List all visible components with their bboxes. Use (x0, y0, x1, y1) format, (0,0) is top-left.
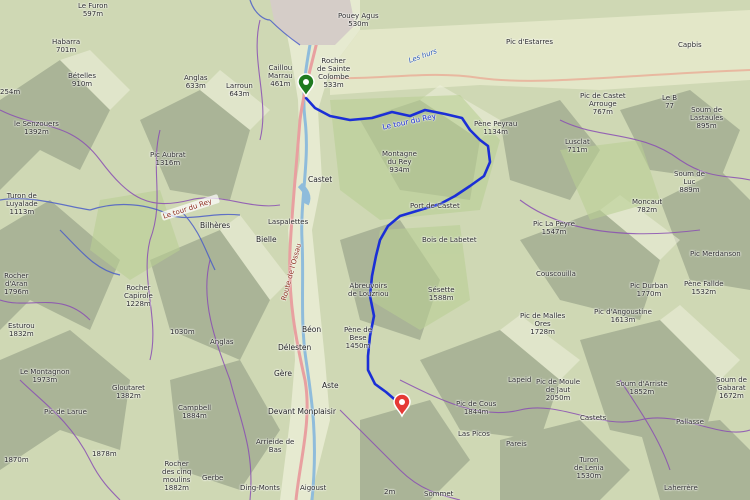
label-capbis: Capbis (678, 41, 702, 49)
label-anglas: Anglas 633m (184, 74, 208, 90)
label-rocher-ste-colombe: Rocher de Sainte Colombe 533m (317, 57, 351, 89)
label-soum-arriste: Soum d'Arriste 1852m (616, 380, 668, 396)
label-sommet: Sommet (424, 490, 454, 498)
label-pic-moule: Pic de Moule de Jaut 2050m (536, 378, 581, 402)
label-pic-larue: Pic de Larue (44, 408, 87, 416)
label-alt-1030: 1030m (170, 328, 195, 336)
label-beon: Béon (302, 325, 322, 334)
label-turon-lenia: Turon de Lenia 1530m (574, 456, 604, 480)
label-anglas-south: Anglas (210, 338, 234, 346)
map-base (0, 0, 750, 500)
label-pallasse: Pallasse (676, 418, 704, 426)
label-bilheres: Bilhères (200, 221, 231, 230)
label-rocher-capirole: Rocher Capirole 1228m (124, 284, 153, 308)
label-pene-bese: Pène de Bese 1450m (344, 326, 372, 350)
label-alt-1870: 1870m (4, 456, 29, 464)
label-pic-estarres: Pic d'Estarres (506, 38, 553, 46)
label-pouey-aguas: Pouey Agus 530m (338, 12, 379, 28)
label-pic-aubrat: Pic Aubrat 1316m (150, 151, 186, 167)
label-betelles: Bételles 910m (68, 72, 97, 88)
label-luzclat: Lusclat 711m (565, 138, 590, 154)
label-castets: Castets (580, 414, 607, 422)
label-castet: Castet (308, 175, 333, 184)
label-soum-luc: Soum de Luc 889m (674, 170, 705, 194)
label-habarra: Habarra 701m (52, 38, 81, 54)
map-canvas[interactable]: Le Furon 597m Habarra 701m Bételles 910m 25… (0, 0, 750, 500)
label-bielle: Bielle (256, 235, 277, 244)
label-bois-labetet: Bois de Labetet (422, 236, 477, 244)
label-ding-monts: Ding-Monts (240, 484, 280, 492)
label-le-b: Le B 77 (662, 94, 678, 110)
label-pic-malles: Pic de Malles Ores 1728m (520, 312, 566, 336)
label-couscouilla: Couscouilla (536, 270, 576, 278)
label-esturou: Esturou 1832m (8, 322, 35, 338)
label-pene-peyrau: Pène Peyrau 1134m (474, 120, 518, 136)
label-montagne-rey: Montagne du Rey 934m (382, 150, 417, 174)
label-moncaut: Moncaut 782m (632, 198, 663, 214)
label-aste: Aste (322, 381, 339, 390)
label-las-picos: Las Picos (458, 430, 490, 438)
label-pic-cous: Pic de Cous 1844m (456, 400, 497, 416)
label-pareis: Pareis (506, 440, 527, 448)
label-gloutaret: Gloutaret 1382m (112, 384, 145, 400)
label-aigoust: Aigoust (300, 484, 327, 492)
label-pic-castet: Pic de Castet Arrouge 767m (580, 92, 626, 116)
label-le-montagnon: Le Montagnon 1973m (20, 368, 70, 384)
label-rocher-aran: Rocher d'Aran 1796m (4, 272, 29, 296)
label-alt-1878: 1878m (92, 450, 117, 458)
label-armeide: Arrieide de Bas (256, 438, 295, 454)
label-soum-gabarat: Soum de Gabarat 1672m (716, 376, 747, 400)
label-abrevadors: Abreuvoirs de Louzriou (348, 282, 389, 298)
label-pene-fallde: Pène Fallde 1532m (684, 280, 724, 296)
label-alt-254: 254m (0, 88, 21, 96)
label-pic-durban: Pic Durban 1770m (630, 282, 668, 298)
label-soum-lastaules: Soum de Lastaules 895m (690, 106, 724, 130)
label-devant-monplaisir: Devant Monplaisir (268, 407, 336, 416)
label-campbell: Campbell 1884m (178, 404, 212, 420)
label-laherrere: Laherrère (664, 484, 698, 492)
label-gerbe: Gerbe (202, 474, 224, 482)
label-port-castet: Port de Castet (410, 202, 460, 210)
label-turon-luyalade: Turon de Luyalade 1113m (6, 192, 38, 216)
label-senzouers: le Senzouers 1392m (14, 120, 59, 136)
label-caillou-marrau: Caillou Marrau 461m (268, 64, 293, 88)
label-delesten: Délesten (278, 343, 312, 352)
label-pic-peyre: Pic La Peyre 1547m (533, 220, 575, 236)
label-alt-2m: 2m (384, 488, 396, 496)
label-pic-merdanson: Pic Merdanson (690, 250, 741, 258)
label-pic-angoustine: Pic d'Angoustine 1613m (594, 308, 652, 324)
label-gere: Gère (274, 369, 292, 378)
label-lapeid: Lapeid (508, 376, 532, 384)
label-larroun: Larroun 643m (226, 82, 253, 98)
label-laspalettes: Laspalettes (268, 218, 309, 226)
label-furon: Le Furon 597m (78, 2, 108, 18)
label-rocher-cinq: Rocher des cinq moulins 1882m (162, 460, 192, 492)
label-seselle: Sésette 1588m (428, 286, 455, 302)
